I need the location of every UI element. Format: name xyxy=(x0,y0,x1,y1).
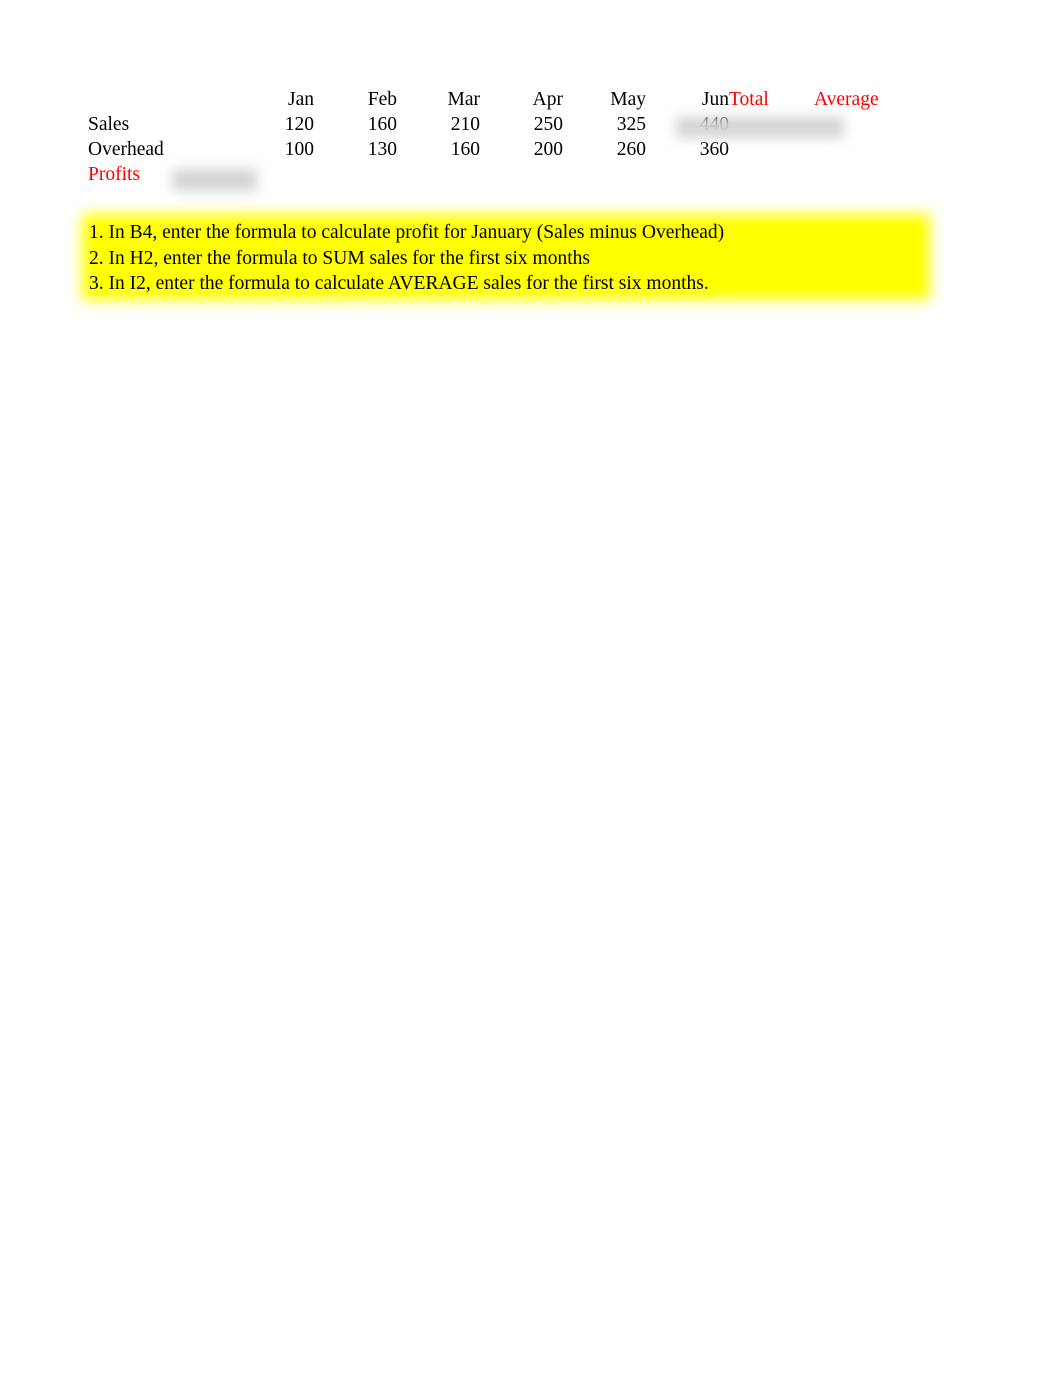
column-header-total: Total xyxy=(729,89,769,110)
instruction-item-3: 3. In I2, enter the formula to calculate… xyxy=(89,273,709,294)
cell-sales-jun: 440 xyxy=(699,114,729,135)
row-label-profits: Profits xyxy=(88,164,141,185)
document-page: Jan Feb Mar Apr May Jun Total Average Sa… xyxy=(0,0,1062,1376)
cell-overhead-apr: 200 xyxy=(533,139,563,160)
column-header-mar: Mar xyxy=(447,89,481,110)
column-header-may: May xyxy=(610,89,646,110)
cell-overhead-total xyxy=(729,140,814,165)
table-header-row: Jan Feb Mar Apr May Jun Total Average xyxy=(88,90,924,115)
row-label-sales: Sales xyxy=(88,114,130,135)
cell-overhead-average xyxy=(814,140,924,165)
cell-profits-jun xyxy=(646,165,729,190)
cell-sales-jan: 120 xyxy=(284,114,314,135)
cell-overhead-feb: 130 xyxy=(367,139,397,160)
instruction-item-2: 2. In H2, enter the formula to SUM sales… xyxy=(89,247,590,269)
column-header-apr: Apr xyxy=(532,89,563,110)
row-label-overhead: Overhead xyxy=(88,139,164,160)
cell-profits-total xyxy=(729,165,814,190)
column-header-average: Average xyxy=(814,89,879,110)
table-row-profits: Profits xyxy=(88,165,924,190)
column-header-jun: Jun xyxy=(701,89,729,110)
cell-sales-feb: 160 xyxy=(367,114,397,135)
table-row-overhead: Overhead 100 130 160 200 260 360 xyxy=(88,140,924,165)
cell-overhead-jun: 360 xyxy=(699,139,729,160)
cell-profits-feb xyxy=(314,165,397,190)
cell-profits-mar xyxy=(397,165,480,190)
cell-profits-average xyxy=(814,165,924,190)
instruction-item-1: 1. In B4, enter the formula to calculate… xyxy=(89,222,725,243)
cell-sales-may: 325 xyxy=(616,114,646,135)
cell-overhead-may: 260 xyxy=(616,139,646,160)
cell-profits-jan xyxy=(230,165,314,190)
spreadsheet-table: Jan Feb Mar Apr May Jun Total Average Sa… xyxy=(88,90,924,190)
cell-sales-apr: 250 xyxy=(533,114,563,135)
cell-sales-mar: 210 xyxy=(450,114,480,135)
cell-profits-apr xyxy=(480,165,563,190)
cell-sales-total xyxy=(729,115,814,140)
column-header-jan: Jan xyxy=(288,89,314,110)
cell-profits-may xyxy=(563,165,646,190)
instructions-text-list: 1. In B4, enter the formula to calculate… xyxy=(82,214,930,300)
cell-overhead-mar: 160 xyxy=(450,139,480,160)
cell-overhead-jan: 100 xyxy=(284,139,314,160)
column-header-feb: Feb xyxy=(367,89,397,110)
cell-sales-average xyxy=(814,115,924,140)
corner-header-cell xyxy=(88,90,230,115)
instructions-panel: 1. In B4, enter the formula to calculate… xyxy=(82,214,930,300)
table-row-sales: Sales 120 160 210 250 325 440 xyxy=(88,115,924,140)
